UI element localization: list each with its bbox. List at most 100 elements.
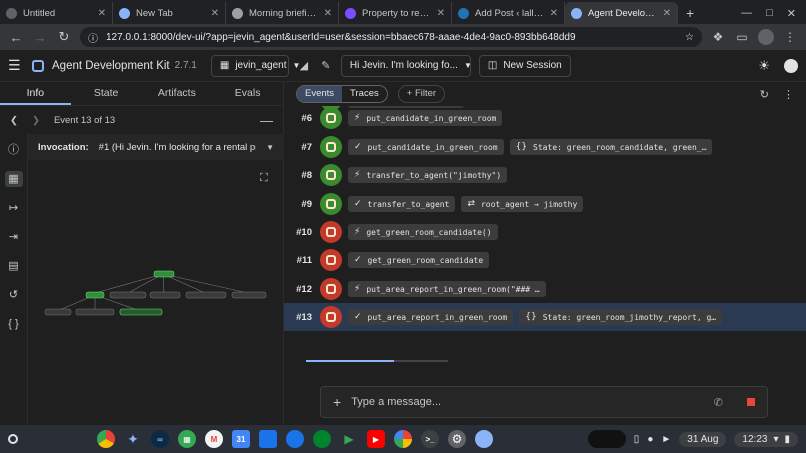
traces-toggle[interactable]: Traces	[342, 86, 387, 102]
event-chip[interactable]: ✓ put_area_report_in_green_room	[348, 309, 514, 325]
event-row[interactable]: #11 ✓ get_green_room_candidate	[284, 246, 806, 274]
event-chip[interactable]: ⚡ put_area_report_in_green_room("### …	[348, 281, 546, 297]
graph-node[interactable]	[44, 308, 72, 316]
close-tab-icon[interactable]: ✕	[211, 8, 219, 19]
event-row[interactable]: #13 ✓ put_area_report_in_green_room {} State…	[284, 303, 806, 331]
forward-icon[interactable]: →	[32, 30, 48, 45]
site-info-icon[interactable]: ⓘ	[88, 30, 98, 45]
event-chip[interactable]: ✓ put_candidate_in_green_room	[348, 139, 504, 155]
event-row[interactable]: #9 ✓ transfer_to_agent ⇄ root_agent → jimoth…	[284, 190, 806, 218]
fullscreen-icon[interactable]: ⛶	[260, 172, 268, 185]
extensions-icon[interactable]: ❖	[710, 30, 726, 44]
prev-event-icon[interactable]: ❮	[10, 115, 18, 126]
profile-avatar[interactable]	[758, 29, 774, 45]
event-chip[interactable]: ⚡ put_candidate_in_green_room	[348, 110, 503, 126]
reload-icon[interactable]: ↻	[56, 29, 72, 45]
graph-node[interactable]	[85, 291, 105, 299]
browser-tab[interactable]: Property to rent in Ne ✕	[339, 2, 452, 24]
message-input[interactable]	[351, 396, 704, 408]
record-icon[interactable]: ●	[647, 434, 653, 445]
apps-grid-icon[interactable]: ▦	[178, 430, 196, 448]
play-icon[interactable]: ►	[661, 434, 671, 445]
event-chip[interactable]: {} State: green_room_candidate, green_…	[509, 139, 713, 155]
graph-node-root[interactable]	[153, 270, 175, 278]
graph-view-icon[interactable]: ▦	[4, 171, 23, 187]
clock-status[interactable]: 12:23 ▾ ▮	[734, 431, 798, 447]
date-display[interactable]: 31 Aug	[679, 431, 727, 447]
close-tab-icon[interactable]: ✕	[437, 8, 445, 19]
edit-icon[interactable]: ✎	[319, 59, 333, 72]
event-chip[interactable]: ⇄ root_agent → jimothy	[461, 196, 584, 212]
tab-evals[interactable]: Evals	[212, 82, 283, 105]
url-omnibox[interactable]: ⓘ 127.0.0.1:8000/dev-ui/?app=jevin_agent…	[80, 27, 702, 47]
invocation-select[interactable]: Invocation: #1 (Hi Jevin. I'm looking fo…	[28, 134, 284, 160]
collapse-icon[interactable]: —	[260, 113, 273, 128]
calendar-icon[interactable]: 31	[232, 430, 250, 448]
stop-recording-icon[interactable]	[747, 398, 755, 406]
graph-node[interactable]	[75, 308, 115, 316]
youtube-icon[interactable]: ▶	[367, 430, 385, 448]
back-icon[interactable]: ←	[8, 30, 24, 45]
menu-icon[interactable]: ☰	[8, 57, 24, 74]
more-options-icon[interactable]: ⋮	[783, 88, 794, 101]
settings-icon[interactable]: ⚙	[448, 430, 466, 448]
agent-select[interactable]: ▦ jevin_agent ▼	[210, 54, 300, 77]
graph-node[interactable]	[231, 291, 267, 299]
event-row[interactable]: #12 ⚡ put_area_report_in_green_room("### …	[284, 275, 806, 303]
request-icon[interactable]: ↦	[5, 200, 23, 216]
gmail-icon[interactable]: M	[205, 430, 223, 448]
close-tab-icon[interactable]: ✕	[324, 8, 332, 19]
attach-plus-icon[interactable]: +	[333, 394, 341, 410]
messages-icon[interactable]	[286, 430, 304, 448]
sidepanel-icon[interactable]: ▭	[734, 30, 750, 44]
graph-node-active[interactable]	[119, 308, 163, 316]
events-toggle[interactable]: Events	[297, 86, 343, 102]
graph-node[interactable]	[185, 291, 227, 299]
session-select[interactable]: Hi Jevin. I'm looking fo... ▼	[340, 54, 471, 77]
event-chip[interactable]: ⚡ transfer_to_agent("jimothy")	[348, 167, 508, 183]
tab-artifacts[interactable]: Artifacts	[142, 82, 213, 105]
browser-menu-icon[interactable]: ⋮	[782, 30, 798, 44]
new-tab-button[interactable]: +	[678, 2, 702, 24]
phone-hub-icon[interactable]: ▯	[634, 434, 640, 445]
tab-state[interactable]: State	[71, 82, 142, 105]
event-row[interactable]: #10 ⚡ get_green_room_candidate()	[284, 218, 806, 246]
json-braces-icon[interactable]: { }	[5, 316, 23, 332]
gemini-icon[interactable]: ✦	[124, 430, 142, 448]
event-row[interactable]: #8 ⚡ transfer_to_agent("jimothy")	[284, 161, 806, 189]
browser-tab[interactable]: Add Post ‹ lallysaiblog ✕	[452, 2, 565, 24]
files-icon[interactable]	[259, 430, 277, 448]
phone-call-icon[interactable]: ✆	[714, 396, 723, 409]
close-tab-icon[interactable]: ✕	[98, 8, 106, 19]
close-window-icon[interactable]: ✕	[787, 7, 796, 20]
meta-app-icon[interactable]: ∞	[151, 430, 169, 448]
maximize-icon[interactable]: □	[766, 7, 773, 19]
event-chip[interactable]: ✓ get_green_room_candidate	[348, 252, 490, 268]
browser-tab[interactable]: Morning briefing for y ✕	[226, 2, 339, 24]
refresh-icon[interactable]: ↻	[760, 88, 769, 101]
photos-icon[interactable]	[394, 430, 412, 448]
event-chip[interactable]: ⚡ get_green_room_candidate()	[348, 224, 498, 240]
app-icon[interactable]	[475, 430, 493, 448]
browser-tab[interactable]: Agent Development Ki ✕	[565, 2, 678, 24]
sync-icon[interactable]: ↺	[5, 287, 23, 303]
screen-thumbnail[interactable]	[587, 430, 626, 448]
browser-tab[interactable]: Untitled ✕	[0, 2, 113, 24]
event-chip[interactable]: ✓ transfer_to_agent	[348, 196, 456, 212]
bookmark-star-icon[interactable]: ☆	[685, 32, 694, 43]
minimize-icon[interactable]: —	[741, 7, 752, 19]
meet-icon[interactable]	[313, 430, 331, 448]
terminal-icon[interactable]: >_	[421, 430, 439, 448]
graph-node[interactable]	[149, 291, 181, 299]
filter-button[interactable]: + Filter	[397, 85, 446, 103]
response-icon[interactable]: ⇥	[5, 229, 23, 245]
chrome-icon[interactable]	[97, 430, 115, 448]
info-icon[interactable]: ⓘ	[5, 142, 23, 158]
tab-info[interactable]: Info	[0, 82, 71, 105]
launcher-icon[interactable]	[8, 434, 18, 444]
metrics-icon[interactable]: ▤	[5, 258, 23, 274]
graph-node[interactable]	[109, 291, 147, 299]
agent-graph-icon[interactable]: ◢	[297, 59, 311, 72]
close-tab-icon[interactable]: ✕	[663, 8, 671, 19]
account-icon[interactable]	[784, 58, 798, 73]
